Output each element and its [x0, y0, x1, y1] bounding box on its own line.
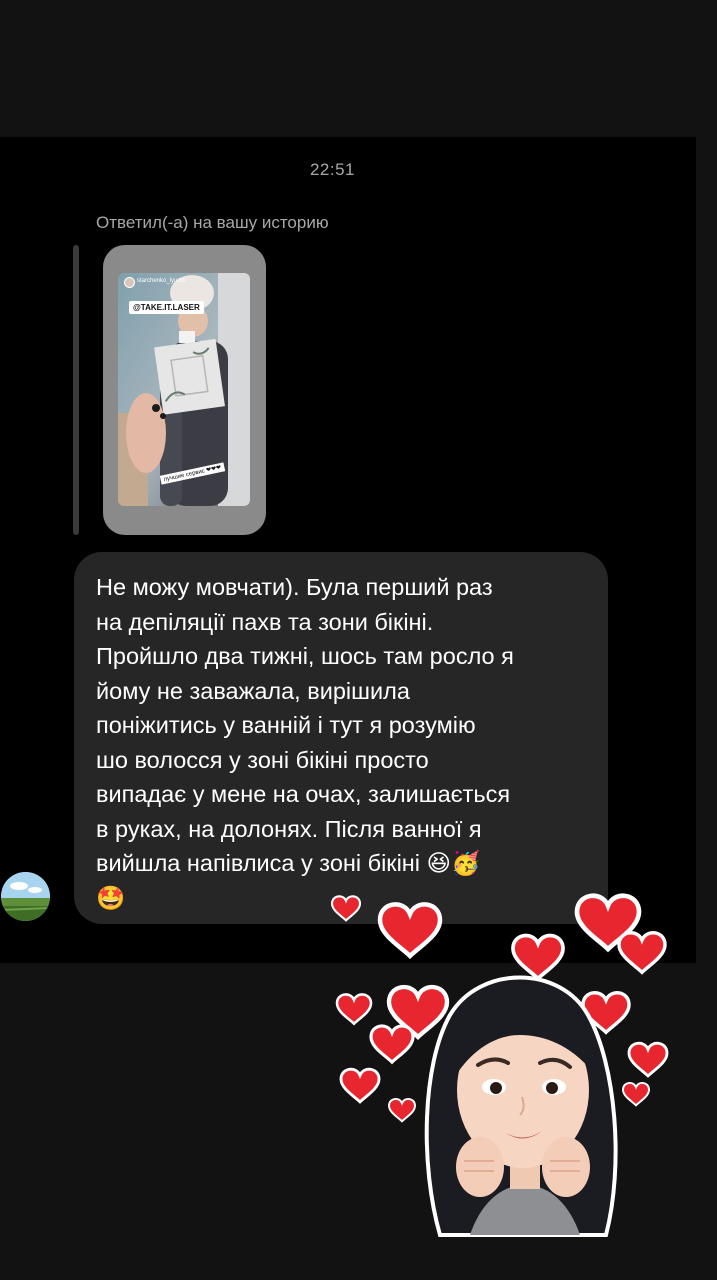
story-thumbnail: starchenko_lyudm @TAKE.IT.LASER лучшие с…	[118, 273, 250, 506]
story-mention-tag: @TAKE.IT.LASER	[129, 301, 204, 314]
replied-story-preview[interactable]: starchenko_lyudm @TAKE.IT.LASER лучшие с…	[103, 245, 266, 535]
story-author-avatar	[124, 277, 135, 288]
girl-with-hearts-sticker	[330, 885, 669, 1237]
landscape-avatar-icon	[1, 872, 50, 921]
message-timestamp: 22:51	[309, 160, 356, 179]
story-screen: 22:51 Ответил(-а) на вашу историю starch…	[0, 0, 717, 1280]
reaction-sticker[interactable]	[330, 885, 675, 1250]
story-author-name: starchenko_lyudm	[137, 278, 186, 284]
sender-avatar[interactable]	[1, 872, 50, 921]
message-bubble[interactable]: Не можу мовчати). Була перший раз на деп…	[74, 552, 608, 924]
reply-indicator-bar	[73, 245, 79, 535]
story-reply-label: Ответил(-а) на вашу историю	[96, 213, 329, 232]
